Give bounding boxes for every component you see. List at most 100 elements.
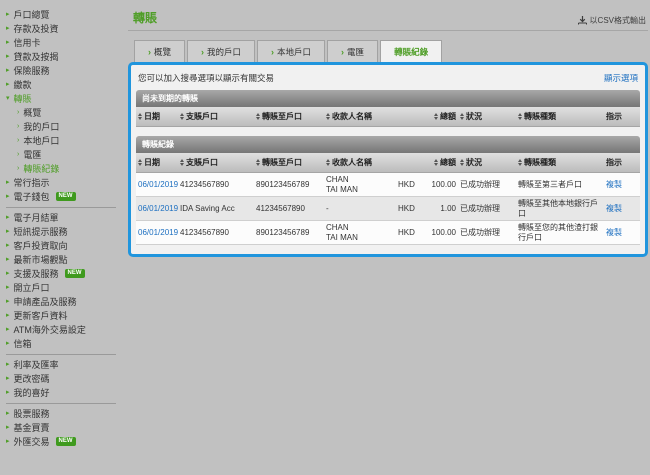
- triangle-right-icon: ▸: [6, 339, 10, 349]
- sidebar-item[interactable]: ▸更新客戶資料: [6, 309, 126, 323]
- sidebar-item[interactable]: ▸電子月結單: [6, 211, 126, 225]
- sidebar-item[interactable]: ▸最新市場觀點: [6, 253, 126, 267]
- sidebar-item[interactable]: ▸利率及匯率: [6, 358, 126, 372]
- tables-container: 尚未到期的轉賬日期支賬戶口轉賬至戶口收款人名稱總額狀況轉賬種類指示轉賬紀錄日期支…: [136, 90, 640, 245]
- copy-link[interactable]: 複製: [606, 204, 622, 213]
- sidebar-item[interactable]: ›電匯: [17, 148, 126, 162]
- page-title: 轉賬: [133, 9, 157, 26]
- sort-icon[interactable]: [180, 113, 184, 120]
- cell-status: 已成功辦理: [458, 226, 516, 240]
- column-header-label: 狀況: [466, 111, 482, 122]
- download-icon: [578, 16, 587, 25]
- sort-icon[interactable]: [138, 113, 142, 120]
- sidebar-item[interactable]: ▸ATM海外交易設定: [6, 323, 126, 337]
- sort-icon[interactable]: [434, 159, 438, 166]
- sidebar-item[interactable]: ▸申請產品及服務: [6, 295, 126, 309]
- hint-row: 您可以加入搜尋選項以顯示有關交易 顯示選項: [136, 69, 640, 90]
- cell-action: 複製: [604, 226, 636, 240]
- sort-icon[interactable]: [256, 113, 260, 120]
- sidebar-item-label: 貸款及按揭: [14, 52, 59, 62]
- sidebar-item[interactable]: ▸股票服務: [6, 407, 126, 421]
- column-header: 轉賬種類: [516, 107, 604, 126]
- column-header-label: 支賬戶口: [186, 111, 218, 122]
- copy-link[interactable]: 複製: [606, 180, 622, 189]
- sort-icon[interactable]: [138, 159, 142, 166]
- show-options-link[interactable]: 顯示選項: [604, 72, 638, 84]
- sidebar-item[interactable]: ›我的戶口: [17, 120, 126, 134]
- tab-label: 轉賬紀錄: [394, 46, 428, 58]
- export-csv-label: 以CSV格式輸出: [590, 15, 646, 26]
- sidebar-item[interactable]: ›轉賬紀錄: [17, 162, 126, 176]
- sort-icon[interactable]: [460, 113, 464, 120]
- sort-icon[interactable]: [518, 113, 522, 120]
- chevron-right-icon: ›: [17, 164, 19, 174]
- sidebar-item-label: 基金買賣: [14, 423, 50, 433]
- sidebar-item[interactable]: ▸電子錢包NEW: [6, 190, 126, 204]
- copy-link[interactable]: 複製: [606, 228, 622, 237]
- sort-icon[interactable]: [180, 159, 184, 166]
- tab-active[interactable]: 轉賬紀錄: [380, 40, 442, 62]
- sidebar-item[interactable]: ▸我的喜好: [6, 386, 126, 400]
- sidebar-item[interactable]: ▸信用卡: [6, 36, 126, 50]
- sidebar-item-label: 轉賬: [14, 94, 32, 104]
- cell-payee: -: [324, 202, 396, 216]
- triangle-right-icon: ▸: [6, 241, 10, 251]
- sidebar-item[interactable]: ▸基金買賣: [6, 421, 126, 435]
- export-csv-link[interactable]: 以CSV格式輸出: [578, 15, 646, 26]
- tab-item[interactable]: ›本地戶口: [257, 40, 325, 62]
- sort-icon[interactable]: [460, 159, 464, 166]
- sidebar-item[interactable]: ▸貸款及按揭: [6, 50, 126, 64]
- cell-action: 複製: [604, 178, 636, 192]
- sidebar-item[interactable]: ▸繳款: [6, 78, 126, 92]
- column-header-label: 收款人名稱: [332, 111, 372, 122]
- new-badge: NEW: [56, 437, 76, 446]
- column-header: 日期: [136, 107, 178, 126]
- sidebar-item[interactable]: ›本地戶口: [17, 134, 126, 148]
- sidebar-item-label: 開立戶口: [14, 283, 50, 293]
- sort-icon[interactable]: [326, 159, 330, 166]
- sidebar-item[interactable]: ▸外匯交易NEW: [6, 435, 126, 449]
- table-header-row: 日期支賬戶口轉賬至戶口收款人名稱總額狀況轉賬種類指示: [136, 107, 640, 127]
- column-header-label: 轉賬至戶口: [262, 111, 302, 122]
- cell-amount: HKD100.00: [396, 226, 458, 240]
- cell-amount: HKD1.00: [396, 202, 458, 216]
- cell-date: 06/01/2019: [136, 202, 178, 216]
- cell-type: 轉賬至您的其他渣打銀行戶口: [516, 221, 604, 244]
- sidebar-item[interactable]: ▾轉賬: [6, 92, 126, 106]
- sidebar-item[interactable]: ▸存款及投資: [6, 22, 126, 36]
- column-header: 指示: [604, 153, 636, 172]
- sort-icon[interactable]: [256, 159, 260, 166]
- triangle-right-icon: ▸: [6, 311, 10, 321]
- sidebar-item[interactable]: ›概覽: [17, 106, 126, 120]
- date-link[interactable]: 06/01/2019: [138, 228, 178, 237]
- main-content: 轉賬 以CSV格式輸出 ›概覽›我的戶口›本地戶口›電匯 轉賬紀錄 您可以加入搜尋…: [128, 0, 648, 257]
- cell-action: 複製: [604, 202, 636, 216]
- date-link[interactable]: 06/01/2019: [138, 204, 178, 213]
- sidebar-item[interactable]: ▸信箱: [6, 337, 126, 351]
- new-badge: NEW: [65, 269, 85, 278]
- sort-icon[interactable]: [434, 113, 438, 120]
- chevron-right-icon: ›: [17, 108, 19, 118]
- tab-bar: ›概覽›我的戶口›本地戶口›電匯 轉賬紀錄: [134, 40, 648, 62]
- transactions-table: 轉賬紀錄日期支賬戶口轉賬至戶口收款人名稱總額狀況轉賬種類指示06/01/2019…: [136, 136, 640, 245]
- sidebar-item[interactable]: ▸常行指示: [6, 176, 126, 190]
- sort-icon[interactable]: [326, 113, 330, 120]
- sidebar-item[interactable]: ▸短訊提示服務: [6, 225, 126, 239]
- tab-item[interactable]: ›我的戶口: [187, 40, 255, 62]
- date-link[interactable]: 06/01/2019: [138, 180, 178, 189]
- chevron-right-icon: ›: [341, 47, 344, 57]
- sidebar-item[interactable]: ▸更改密碼: [6, 372, 126, 386]
- column-header-label: 日期: [144, 157, 160, 168]
- sidebar-item[interactable]: ▸支援及服務NEW: [6, 267, 126, 281]
- new-badge: NEW: [56, 192, 76, 201]
- tab-item[interactable]: ›電匯: [327, 40, 378, 62]
- cell-from: 41234567890: [178, 226, 254, 240]
- tab-item[interactable]: ›概覽: [134, 40, 185, 62]
- sidebar-item[interactable]: ▸戶口總覽: [6, 8, 126, 22]
- sort-icon[interactable]: [518, 159, 522, 166]
- cell-to: 41234567890: [254, 202, 324, 216]
- sidebar-divider: [6, 354, 116, 355]
- sidebar-item[interactable]: ▸客戶投資取向: [6, 239, 126, 253]
- sidebar-item[interactable]: ▸開立戶口: [6, 281, 126, 295]
- sidebar-item[interactable]: ▸保險服務: [6, 64, 126, 78]
